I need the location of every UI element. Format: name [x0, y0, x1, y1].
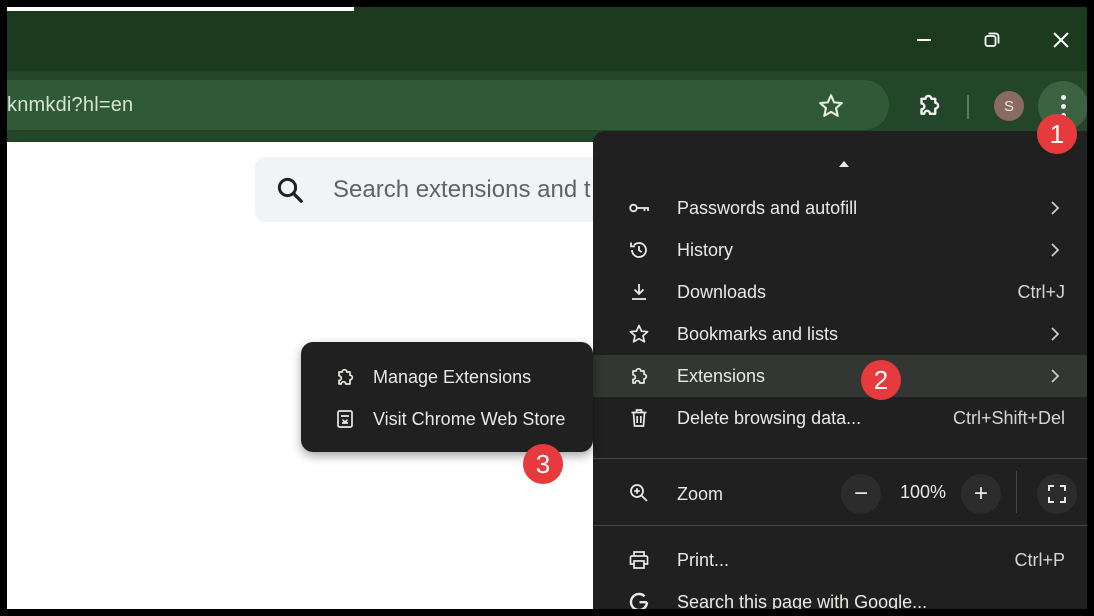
- history-icon: [630, 242, 647, 258]
- close-icon: [1053, 32, 1069, 48]
- menu-separator: [593, 458, 1087, 459]
- menu-item-print[interactable]: Print... Ctrl+P: [593, 539, 1087, 581]
- menu-item-shortcut: Ctrl+J: [1017, 282, 1065, 302]
- zoom-icon: [630, 484, 648, 502]
- chrome-menu: Passwords and autofill History Downloads…: [593, 131, 1087, 609]
- menu-item-shortcut: Ctrl+P: [1014, 550, 1065, 570]
- avatar-initial: S: [1003, 97, 1014, 115]
- extensions-puzzle-icon[interactable]: [914, 90, 944, 120]
- key-icon: [629, 203, 649, 213]
- submenu-item-label: Manage Extensions: [373, 367, 532, 387]
- kebab-dot: [1060, 94, 1066, 100]
- chevron-right-icon: [1051, 369, 1060, 383]
- zoom-separator: [1016, 471, 1017, 513]
- scroll-up-icon[interactable]: [839, 161, 849, 167]
- active-tab-indicator[interactable]: [7, 7, 354, 11]
- menu-item-bookmarks[interactable]: Bookmarks and lists: [593, 313, 1087, 355]
- star-icon: [629, 324, 649, 343]
- chevron-right-icon: [1051, 243, 1060, 257]
- close-button[interactable]: [1038, 21, 1084, 59]
- puzzle-icon: [632, 367, 648, 384]
- google-g-icon: [629, 592, 649, 609]
- submenu-item-label: Visit Chrome Web Store: [373, 409, 566, 429]
- menu-separator: [593, 525, 1087, 526]
- printer-icon: [629, 551, 649, 569]
- submenu-item-web-store[interactable]: Visit Chrome Web Store: [301, 398, 593, 440]
- menu-item-downloads[interactable]: Downloads Ctrl+J: [593, 271, 1087, 313]
- restore-button[interactable]: [969, 21, 1015, 59]
- menu-item-label: Passwords and autofill: [677, 198, 858, 218]
- toolbar-separator: [967, 95, 969, 119]
- puzzle-icon: [338, 368, 354, 385]
- profile-avatar[interactable]: S: [994, 91, 1024, 121]
- toolbar: knmkdi?hl=en S: [7, 71, 1087, 140]
- search-icon: [277, 177, 303, 203]
- fullscreen-button[interactable]: [1037, 474, 1077, 514]
- menu-item-label: Search this page with Google...: [677, 592, 928, 609]
- menu-item-delete-browsing-data[interactable]: Delete browsing data... Ctrl+Shift+Del: [593, 397, 1087, 439]
- restore-icon: [984, 32, 1000, 47]
- menu-item-label: Print...: [677, 550, 730, 570]
- step-badge-2: 2: [861, 360, 901, 400]
- menu-item-history[interactable]: History: [593, 229, 1087, 271]
- menu-item-label: Delete browsing data...: [677, 408, 862, 428]
- menu-item-label: History: [677, 240, 734, 260]
- zoom-value: 100%: [900, 482, 947, 502]
- menu-item-extensions[interactable]: Extensions: [593, 355, 1087, 397]
- web-store-icon: [337, 410, 353, 428]
- minimize-icon: [917, 39, 931, 41]
- step-badge-3: 3: [523, 444, 563, 484]
- zoom-out-button[interactable]: −: [841, 474, 881, 514]
- chevron-right-icon: [1051, 201, 1060, 215]
- chevron-right-icon: [1051, 327, 1060, 341]
- address-bar[interactable]: knmkdi?hl=en: [7, 80, 889, 130]
- trash-icon: [631, 409, 647, 427]
- extensions-submenu: Manage Extensions Visit Chrome Web Store: [301, 342, 593, 452]
- menu-item-label: Downloads: [677, 282, 767, 302]
- bookmark-star-icon[interactable]: [817, 92, 845, 120]
- download-icon: [632, 284, 646, 300]
- title-bar: [7, 7, 1087, 71]
- menu-item-label: Bookmarks and lists: [677, 324, 839, 344]
- browser-window: knmkdi?hl=en S Search extensions and t P…: [7, 7, 1087, 609]
- minimize-button[interactable]: [901, 21, 947, 59]
- menu-item-shortcut: Ctrl+Shift+Del: [952, 408, 1065, 428]
- zoom-in-button[interactable]: +: [961, 474, 1001, 514]
- menu-item-label: Extensions: [677, 366, 766, 386]
- kebab-dot: [1060, 103, 1066, 109]
- zoom-plus: +: [973, 480, 988, 507]
- menu-item-search-with-google[interactable]: Search this page with Google...: [593, 581, 1087, 609]
- search-placeholder[interactable]: Search extensions and t: [333, 176, 591, 204]
- menu-item-passwords[interactable]: Passwords and autofill: [593, 187, 1087, 229]
- menu-item-zoom: Zoom − 100% +: [593, 467, 1087, 521]
- submenu-item-manage-extensions[interactable]: Manage Extensions: [301, 356, 593, 398]
- fullscreen-icon: [1048, 485, 1066, 503]
- zoom-minus: −: [853, 480, 868, 507]
- step-badge-1: 1: [1037, 114, 1077, 154]
- address-url[interactable]: knmkdi?hl=en: [7, 94, 133, 117]
- zoom-label: Zoom: [677, 484, 724, 504]
